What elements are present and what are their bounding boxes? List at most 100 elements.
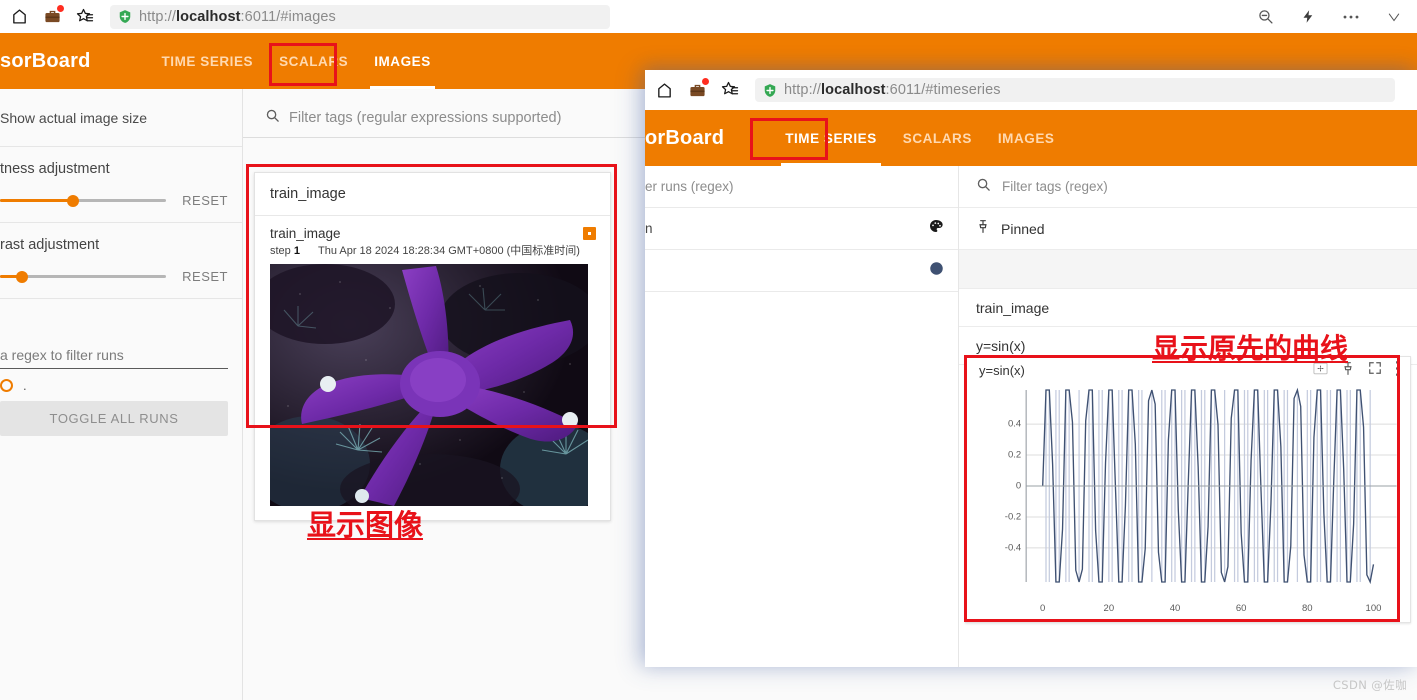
more-icon[interactable] <box>1340 6 1362 28</box>
step-value: 1 <box>293 245 300 257</box>
tab-images-2[interactable]: IMAGES <box>985 110 1068 166</box>
brightness-row: tness adjustment RESET <box>0 147 242 223</box>
run-row[interactable]: n <box>645 208 958 250</box>
chart-x-tick: 0 <box>1040 603 1046 614</box>
images-sidebar: Show actual image size tness adjustment … <box>0 89 243 700</box>
collections-icon[interactable] <box>74 6 96 28</box>
starfish-image[interactable] <box>270 264 588 506</box>
briefcase-icon[interactable] <box>686 78 709 101</box>
run-row-label: n <box>645 221 653 236</box>
pinned-label: Pinned <box>1001 220 1045 237</box>
brightness-slider[interactable] <box>0 194 167 207</box>
search-icon <box>265 108 280 128</box>
timeseries-left-panel: er runs (regex) n <box>645 166 959 667</box>
contrast-slider[interactable] <box>0 270 167 283</box>
address-bar-2[interactable]: http://localhost:6011/#timeseries <box>755 78 1395 102</box>
browser-toolbar-2: http://localhost:6011/#timeseries <box>645 70 1417 110</box>
tags-filter-input[interactable]: Filter tags (regex) <box>1002 179 1108 194</box>
address-bar-url-2: http://localhost:6011/#timeseries <box>784 82 1001 98</box>
runs-filter-row[interactable]: er runs (regex) <box>645 166 958 208</box>
timeseries-dashboard-body: er runs (regex) n Filter tags (regex) Pi… <box>645 166 1417 667</box>
tensorboard-logo-2: orBoard <box>645 126 725 149</box>
browser-right-icons-1 <box>1254 6 1417 28</box>
image-card-meta: step 1 Thu Apr 18 2024 18:28:34 GMT+0800… <box>270 242 595 258</box>
pinned-empty-area <box>959 250 1417 289</box>
kebab-menu-icon[interactable] <box>1395 360 1400 382</box>
run-item-label: . <box>23 378 27 393</box>
toggle-all-runs-button[interactable]: TOGGLE ALL RUNS <box>0 401 228 436</box>
chart-y-tick: 0 <box>1015 480 1022 492</box>
pinned-section-header[interactable]: Pinned <box>959 208 1417 250</box>
contrast-label: rast adjustment <box>0 237 100 253</box>
browser-left-icons-2 <box>645 78 741 101</box>
address-bar-url-1: http://localhost:6011/#images <box>139 8 336 25</box>
address-bar-1[interactable]: http://localhost:6011/#images <box>110 4 610 29</box>
notification-badge <box>57 4 64 12</box>
tensorboard-tabs-1: TIME SERIES SCALARS IMAGES <box>149 33 444 89</box>
annotation-show-original-curve: 显示原先的曲线 <box>1152 332 1349 365</box>
show-actual-size-row[interactable]: Show actual image size <box>0 89 242 147</box>
chart-x-tick: 60 <box>1235 603 1247 614</box>
browser-left-icons-1 <box>0 4 96 28</box>
chart-y-tick: -0.4 <box>1004 542 1022 554</box>
chart-x-tick: 100 <box>1365 603 1382 614</box>
tensorboard-header-2: orBoard TIME SERIES SCALARS IMAGES <box>645 110 1417 166</box>
runs-filter-input-2[interactable]: er runs (regex) <box>645 179 734 194</box>
image-card: train_image train_image step 1 Thu Apr 1… <box>254 172 611 521</box>
chart-x-tick: 20 <box>1103 603 1115 614</box>
annotation-show-image: 显示图像 <box>307 508 424 542</box>
tensorboard-tabs-2: TIME SERIES SCALARS IMAGES <box>772 110 1067 166</box>
timeseries-right-panel: Filter tags (regex) Pinned train_image y… <box>959 166 1417 667</box>
tab-time-series-1[interactable]: TIME SERIES <box>149 33 267 89</box>
palette-icon[interactable] <box>928 218 944 239</box>
run-color-circle <box>0 379 13 392</box>
chart-y-tick: -0.2 <box>1004 511 1022 523</box>
home-icon[interactable] <box>8 6 30 28</box>
search-icon <box>976 177 991 197</box>
step-label: step <box>270 245 291 257</box>
contrast-reset-button[interactable]: RESET <box>182 269 228 284</box>
watermark: CSDN @佐咖 <box>1332 678 1407 692</box>
tab-scalars-2[interactable]: SCALARS <box>890 110 985 166</box>
run-swatch[interactable] <box>583 227 596 240</box>
briefcase-icon[interactable] <box>41 4 64 28</box>
runs-filter-input[interactable]: a regex to filter runs <box>0 347 228 369</box>
home-icon[interactable] <box>653 79 675 101</box>
brightness-reset-button[interactable]: RESET <box>182 193 228 208</box>
tag-filter-input[interactable]: Filter tags (regular expressions support… <box>289 110 561 126</box>
tag-group-train-image[interactable]: train_image <box>959 289 1417 327</box>
lightning-icon[interactable] <box>1297 6 1319 28</box>
tab-images-1[interactable]: IMAGES <box>361 33 444 89</box>
tab-scalars-1[interactable]: SCALARS <box>266 33 361 89</box>
run-color-dot[interactable] <box>929 261 944 281</box>
image-timestamp: Thu Apr 18 2024 18:28:34 GMT+0800 (中国标准时… <box>317 245 580 257</box>
browser-toolbar-1: http://localhost:6011/#images <box>0 0 1417 33</box>
chart-y-tick: 0.2 <box>1007 449 1022 461</box>
show-actual-size-label: Show actual image size <box>0 110 148 126</box>
image-card-tag: train_image <box>270 226 341 241</box>
fullscreen-icon[interactable] <box>1368 361 1382 380</box>
zoom-out-icon[interactable] <box>1254 6 1276 28</box>
shield-icon <box>763 83 777 98</box>
chart-title: y=sin(x) <box>979 363 1025 378</box>
chevron-down-icon[interactable] <box>1383 6 1405 28</box>
collections-icon[interactable] <box>719 79 741 101</box>
run-item[interactable]: . <box>0 369 228 401</box>
browser-window-timeseries: http://localhost:6011/#timeseries orBoar… <box>645 70 1417 667</box>
shield-icon <box>118 9 132 24</box>
chart-x-tick: 40 <box>1169 603 1181 614</box>
tensorboard-logo-1: sorBoard <box>0 49 91 72</box>
timeseries-chart-card: y=sin(x) 0.4 0.2 0 -0.2 -0.4 0 20 40 60 … <box>965 356 1411 623</box>
brightness-label: tness adjustment <box>0 161 110 177</box>
image-card-group-title: train_image <box>255 173 610 216</box>
pin-icon <box>976 219 990 239</box>
notification-badge <box>702 78 709 85</box>
chart-plot-area[interactable]: 0.4 0.2 0 -0.2 -0.4 0 20 40 60 80 100 <box>979 386 1400 614</box>
contrast-row: rast adjustment RESET <box>0 223 242 299</box>
chart-y-tick: 0.4 <box>1007 418 1022 430</box>
run-color-row[interactable] <box>645 250 958 292</box>
image-card-body: train_image step 1 Thu Apr 18 2024 18:28… <box>255 216 610 520</box>
chart-svg <box>1025 387 1397 585</box>
tags-filter-row[interactable]: Filter tags (regex) <box>959 166 1417 208</box>
tab-time-series-2[interactable]: TIME SERIES <box>772 110 890 166</box>
